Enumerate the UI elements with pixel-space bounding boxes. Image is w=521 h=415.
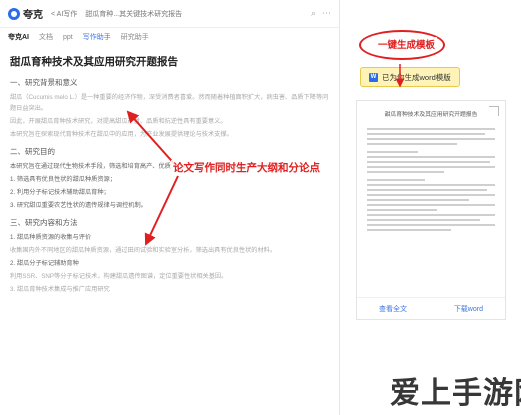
preview-title: 甜瓜育种技术及其应用研究开题报告 bbox=[384, 112, 478, 118]
paragraph: 2. 利用分子标记技术辅助甜瓜育种； bbox=[10, 189, 110, 196]
badge-label: 已为你生成word模版 bbox=[382, 72, 451, 82]
section-heading: 三、研究内容和方法 bbox=[10, 218, 78, 227]
preview-line bbox=[367, 156, 495, 158]
topbar-actions: ⌕ ⋯ bbox=[311, 8, 331, 19]
app-logo[interactable]: 夸克 bbox=[8, 6, 43, 21]
tab-ppt[interactable]: ppt bbox=[63, 34, 73, 41]
preview-line bbox=[367, 151, 419, 153]
preview-line bbox=[367, 184, 495, 186]
paragraph: 2. 甜瓜分子标记辅助育种 bbox=[10, 260, 79, 267]
breadcrumb: 甜瓜育种...其关键技术研究报告 bbox=[85, 10, 183, 18]
template-callout: 一键生成模板 bbox=[376, 37, 438, 51]
preview-line bbox=[367, 161, 490, 163]
quark-logo-icon bbox=[8, 7, 20, 20]
watermark: 爱上手游网 bbox=[390, 377, 521, 410]
back-link[interactable]: < AI写作 bbox=[51, 9, 77, 19]
preview-line bbox=[367, 128, 495, 130]
preview-line bbox=[367, 224, 495, 226]
word-preview-card[interactable]: 甜瓜育种技术及其应用研究开题报告 查看全文 下载word bbox=[356, 100, 506, 320]
paragraph: 3. 研究甜瓜重要农艺性状的遗传规律与调控机制。 bbox=[10, 202, 147, 209]
preview-line bbox=[367, 204, 495, 206]
tab-research-assistant[interactable]: 研究助手 bbox=[121, 32, 149, 42]
preview-line bbox=[367, 229, 452, 231]
preview-line bbox=[367, 138, 495, 140]
tab-docs[interactable]: 文档 bbox=[39, 32, 53, 42]
preview-line bbox=[367, 214, 495, 216]
top-bar: 夸克 < AI写作 甜瓜育种...其关键技术研究报告 ⌕ ⋯ bbox=[0, 0, 339, 28]
section-heading: 二、研究目的 bbox=[10, 147, 55, 156]
paragraph: 1. 筛选具有优良性状的甜瓜种质资源； bbox=[10, 176, 116, 183]
preview-line bbox=[367, 219, 480, 221]
more-icon[interactable]: ⋯ bbox=[322, 8, 331, 19]
preview-actions: 查看全文 下载word bbox=[357, 297, 505, 319]
search-icon[interactable]: ⌕ bbox=[311, 8, 316, 19]
outline-callout: 论文写作同时生产大纲和分论点 bbox=[171, 160, 322, 175]
paragraph: 本研究旨在探索现代育种技术在甜瓜中的应用，为产业发展提供理论与技术支撑。 bbox=[10, 131, 233, 138]
section-heading: 一、研究背景和意义 bbox=[10, 78, 78, 87]
paragraph: 因此，开展甜瓜育种技术研究，对提高甜瓜产量、品质和抗逆性具有重要意义。 bbox=[10, 118, 227, 125]
expand-icon[interactable] bbox=[489, 106, 499, 116]
word-icon: W bbox=[369, 72, 378, 82]
preview-line bbox=[367, 194, 495, 196]
paragraph: 3. 甜瓜育种技术集成与推广应用研究 bbox=[10, 286, 110, 293]
paragraph: 甜瓜（Cucumis melo L.）是一种重要的经济作物，深受消费者喜爱。然而… bbox=[10, 94, 329, 112]
tab-ai[interactable]: 夸克AI bbox=[8, 32, 29, 42]
preview-line bbox=[367, 179, 425, 181]
preview-line bbox=[367, 199, 470, 201]
view-full-button[interactable]: 查看全文 bbox=[379, 304, 407, 314]
preview-line bbox=[367, 209, 438, 211]
paragraph: 1. 甜瓜种质资源的收集与评价 bbox=[10, 234, 92, 241]
preview-line bbox=[367, 166, 495, 168]
document-title: 甜瓜育种技术及其应用研究开题报告 bbox=[10, 56, 178, 68]
preview-line bbox=[367, 133, 485, 135]
app-logo-text: 夸克 bbox=[23, 10, 43, 21]
preview-line bbox=[367, 189, 488, 191]
preview-line bbox=[367, 171, 444, 173]
paragraph: 利用SSR、SNP等分子标记技术，构建甜瓜遗传图谱，定位重要性状相关基因。 bbox=[10, 273, 228, 280]
preview-lines bbox=[357, 119, 505, 231]
preview-line bbox=[367, 143, 457, 145]
tab-writing-assistant[interactable]: 写作助手 bbox=[83, 32, 111, 42]
paragraph: 收集国内外不同地区的甜瓜种质资源，通过田间试验和实验室分析，筛选出具有优良性状的… bbox=[10, 247, 277, 254]
editor-panel: 夸克 < AI写作 甜瓜育种...其关键技术研究报告 ⌕ ⋯ 夸克AI 文档 p… bbox=[0, 0, 340, 415]
download-word-button[interactable]: 下载word bbox=[454, 304, 483, 314]
word-template-badge[interactable]: W 已为你生成word模版 bbox=[360, 67, 460, 87]
toolbar: 夸克AI 文档 ppt 写作助手 研究助手 bbox=[0, 28, 339, 46]
